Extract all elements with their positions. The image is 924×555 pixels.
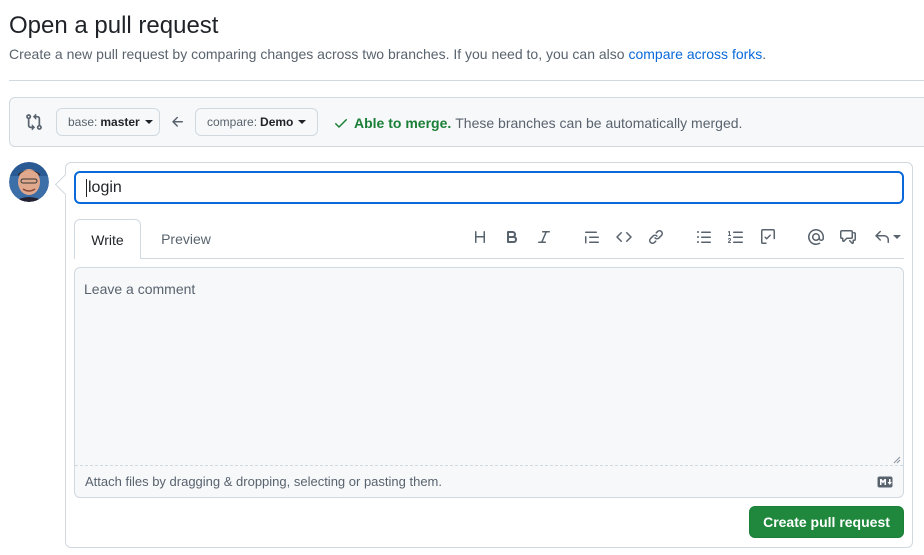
base-label: base: <box>68 115 98 129</box>
saved-replies-icon[interactable] <box>872 227 902 247</box>
compare-bar: base: master compare: Demo Able to merge… <box>9 97 924 147</box>
subtitle-text: Create a new pull request by comparing c… <box>9 46 625 62</box>
tab-underline <box>74 258 904 259</box>
compare-branch-select[interactable]: compare: Demo <box>195 108 318 136</box>
caret-down-icon <box>892 235 901 239</box>
unordered-list-icon[interactable] <box>694 227 714 247</box>
comment-placeholder: Leave a comment <box>84 281 196 297</box>
tab-write[interactable]: Write <box>74 219 141 259</box>
header-divider <box>9 80 924 81</box>
ordered-list-icon[interactable] <box>726 227 746 247</box>
base-branch-select[interactable]: base: master <box>56 108 160 136</box>
task-list-icon[interactable] <box>758 227 778 247</box>
compare-value: Demo <box>260 115 294 129</box>
check-icon <box>335 119 347 128</box>
title-input-value: login <box>88 178 122 196</box>
git-compare-icon <box>26 113 42 131</box>
arrow-left-icon <box>172 116 183 127</box>
tab-preview[interactable]: Preview <box>150 219 222 259</box>
resize-handle-icon[interactable] <box>893 456 901 464</box>
text-cursor <box>86 178 87 197</box>
attach-files-text: Attach files by dragging & dropping, sel… <box>85 474 442 489</box>
avatar[interactable] <box>9 162 49 202</box>
title-input[interactable]: login <box>74 171 904 204</box>
cross-reference-icon[interactable] <box>838 227 858 247</box>
quote-icon[interactable] <box>582 227 602 247</box>
markdown-icon[interactable] <box>877 476 893 488</box>
code-icon[interactable] <box>614 227 634 247</box>
attach-files-bar[interactable]: Attach files by dragging & dropping, sel… <box>75 465 903 497</box>
compare-label: compare: <box>207 115 258 129</box>
merge-ok-text: Able to merge. <box>354 115 452 131</box>
create-pull-request-button[interactable]: Create pull request <box>749 506 904 538</box>
bold-icon[interactable] <box>502 227 522 247</box>
merge-detail-text: These branches can be automatically merg… <box>455 115 743 131</box>
subtitle-end: . <box>762 46 767 62</box>
page-subtitle: Create a new pull request by comparing c… <box>9 46 766 62</box>
caret-down-icon <box>144 120 153 124</box>
link-icon[interactable] <box>646 227 666 247</box>
mention-icon[interactable] <box>806 227 826 247</box>
compare-across-forks-link[interactable]: compare across forks <box>628 46 762 62</box>
caret-down-icon <box>298 120 307 124</box>
merge-status: Able to merge. These branches can be aut… <box>333 115 742 131</box>
avatar-image <box>9 162 49 202</box>
page-title: Open a pull request <box>9 12 219 39</box>
base-value: master <box>100 115 140 129</box>
italic-icon[interactable] <box>534 227 554 247</box>
heading-icon[interactable] <box>470 227 490 247</box>
comment-textarea[interactable]: Leave a comment Attach files by dragging… <box>74 267 904 498</box>
